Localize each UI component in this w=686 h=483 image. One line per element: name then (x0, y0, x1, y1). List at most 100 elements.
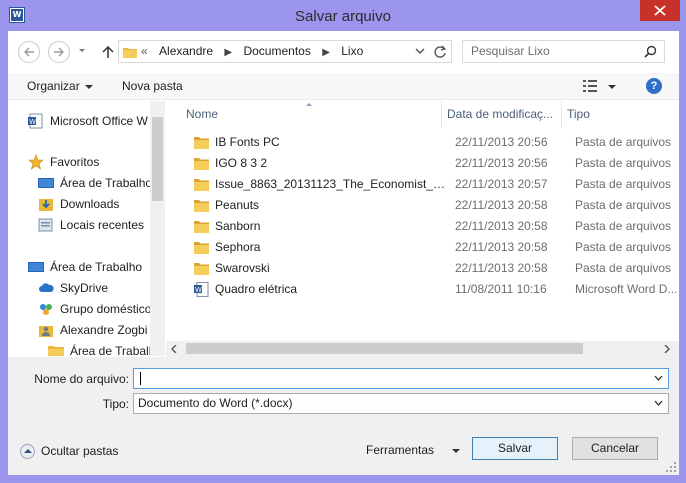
file-type-select[interactable]: Documento do Word (*.docx) (133, 393, 669, 414)
breadcrumb-alexandre[interactable]: Alexandre (159, 44, 213, 58)
search-icon[interactable] (644, 45, 657, 58)
column-header-type[interactable]: Tipo (567, 101, 590, 127)
file-row[interactable]: Sanborn 22/11/2013 20:58 Pasta de arquivos (182, 216, 679, 237)
breadcrumb-documentos[interactable]: Documentos (243, 44, 310, 58)
window-title: Salvar arquivo (295, 8, 391, 25)
chevron-right-icon[interactable]: ▶ (224, 47, 232, 58)
chevron-right-icon[interactable]: ▶ (322, 47, 330, 58)
file-row[interactable]: W Quadro elétrica 11/08/2011 10:16 Microsof… (182, 279, 679, 300)
recent-locations-caret-icon[interactable] (79, 49, 85, 52)
file-date: 22/11/2013 20:58 (455, 219, 548, 233)
organize-label: Organizar (27, 79, 80, 93)
chevron-down-icon[interactable] (654, 375, 663, 381)
file-type: Pasta de arquivos (575, 219, 672, 233)
cloud-icon (39, 283, 54, 292)
search-input[interactable]: Pesquisar Lixo (471, 41, 550, 62)
arrow-right-icon (54, 47, 64, 57)
nav-item-label: Microsoft Office W (50, 114, 148, 128)
column-header-name[interactable]: Nome (186, 101, 218, 127)
organize-button[interactable]: Organizar (27, 73, 93, 100)
up-button[interactable] (98, 41, 118, 63)
arrow-up-icon (102, 45, 114, 58)
title-bar[interactable]: W Salvar arquivo (0, 0, 686, 33)
nav-item-label: Área de Trabalho (60, 176, 150, 190)
file-name: Issue_8863_20131123_The_Economist_Ful... (215, 177, 451, 191)
file-name: Quadro elétrica (215, 282, 298, 296)
file-name: Peanuts (215, 198, 260, 212)
file-list-hscrollbar[interactable] (166, 341, 679, 357)
filename-input[interactable] (133, 368, 669, 389)
help-icon[interactable]: ? (646, 78, 662, 94)
nav-item-label: Alexandre Zogbi (60, 323, 148, 337)
hide-folders-label: Ocultar pastas (41, 444, 119, 458)
nav-item-label: SkyDrive (60, 281, 109, 295)
breadcrumb-overflow[interactable]: « (141, 44, 148, 58)
file-row[interactable]: Swarovski 22/11/2013 20:58 Pasta de arquiv… (182, 258, 679, 279)
resize-grip-icon[interactable] (666, 462, 676, 472)
chevron-up-circle-icon (20, 444, 35, 459)
nav-pane-scrollbar[interactable] (150, 101, 165, 356)
folder-icon (194, 263, 209, 275)
chevron-down-icon[interactable] (654, 400, 663, 406)
file-row[interactable]: Peanuts 22/11/2013 20:58 Pasta de arquivos (182, 195, 679, 216)
nav-item-label: Área de Trabalh (70, 344, 150, 356)
forward-button[interactable] (48, 41, 70, 63)
breadcrumb-lixo[interactable]: Lixo (341, 44, 363, 58)
nav-item-label: Área de Trabalho (50, 260, 143, 274)
user-folder-icon (39, 326, 53, 337)
close-icon (654, 5, 666, 16)
back-button[interactable] (18, 41, 40, 63)
scroll-left-icon[interactable] (171, 345, 177, 353)
svg-text:W: W (29, 118, 36, 126)
folder-icon (194, 221, 209, 233)
file-type: Pasta de arquivos (575, 261, 672, 275)
nav-pane-scroll-thumb[interactable] (152, 117, 163, 201)
desktop-icon (28, 262, 44, 272)
nav-item-label: Favoritos (50, 155, 100, 169)
file-name: Sanborn (215, 219, 261, 233)
column-divider[interactable] (561, 101, 562, 127)
desktop-icon (38, 178, 54, 188)
hscroll-thumb[interactable] (186, 343, 583, 354)
file-name: Sephora (215, 240, 261, 254)
file-row[interactable]: IB Fonts PC 22/11/2013 20:56 Pasta de arqu… (182, 132, 679, 153)
file-type: Pasta de arquivos (575, 156, 672, 170)
chevron-down-icon[interactable] (415, 47, 425, 55)
refresh-icon[interactable] (433, 45, 447, 59)
file-name: IGO 8 3 2 (215, 156, 268, 170)
close-button[interactable] (640, 0, 680, 21)
file-type: Pasta de arquivos (575, 177, 672, 191)
type-label: Tipo: (102, 397, 129, 411)
file-row[interactable]: Issue_8863_20131123_The_Economist_Ful...… (182, 174, 679, 195)
scroll-right-icon[interactable] (664, 345, 670, 353)
nav-item-label: Locais recentes (60, 218, 145, 232)
cancel-button[interactable]: Cancelar (572, 437, 658, 460)
folder-icon (194, 158, 209, 170)
star-icon (28, 154, 44, 170)
tools-button[interactable]: Ferramentas (366, 439, 461, 461)
file-name: Swarovski (215, 261, 270, 275)
column-header-date[interactable]: Data de modificaç... (447, 101, 553, 127)
address-bar[interactable]: « Alexandre ▶ Documentos ▶ Lixo (118, 40, 452, 63)
folder-icon (194, 242, 209, 254)
nav-item-label: Downloads (60, 197, 120, 211)
file-list: Nome Data de modificaç... Tipo IB Fonts … (166, 101, 679, 356)
caret-down-icon (452, 448, 461, 453)
view-details-icon[interactable] (583, 80, 597, 92)
save-form: Nome do arquivo: Tipo: Documento do Word… (8, 357, 679, 475)
file-row[interactable]: IGO 8 3 2 22/11/2013 20:56 Pasta de arquiv… (182, 153, 679, 174)
search-box[interactable]: Pesquisar Lixo (462, 40, 665, 63)
folder-icon (194, 200, 209, 212)
nav-item-label: Grupo doméstico (60, 302, 150, 316)
file-date: 22/11/2013 20:57 (455, 177, 548, 191)
text-cursor (140, 372, 141, 385)
file-date: 11/08/2011 10:16 (455, 282, 547, 296)
column-divider[interactable] (441, 101, 442, 127)
folder-icon (123, 48, 137, 58)
downloads-folder-icon (39, 199, 53, 211)
new-folder-button[interactable]: Nova pasta (122, 73, 183, 100)
file-date: 22/11/2013 20:58 (455, 261, 548, 275)
view-options-caret-icon[interactable] (608, 85, 616, 89)
file-row[interactable]: Sephora 22/11/2013 20:58 Pasta de arquivos (182, 237, 679, 258)
save-button[interactable]: Salvar (472, 437, 558, 460)
